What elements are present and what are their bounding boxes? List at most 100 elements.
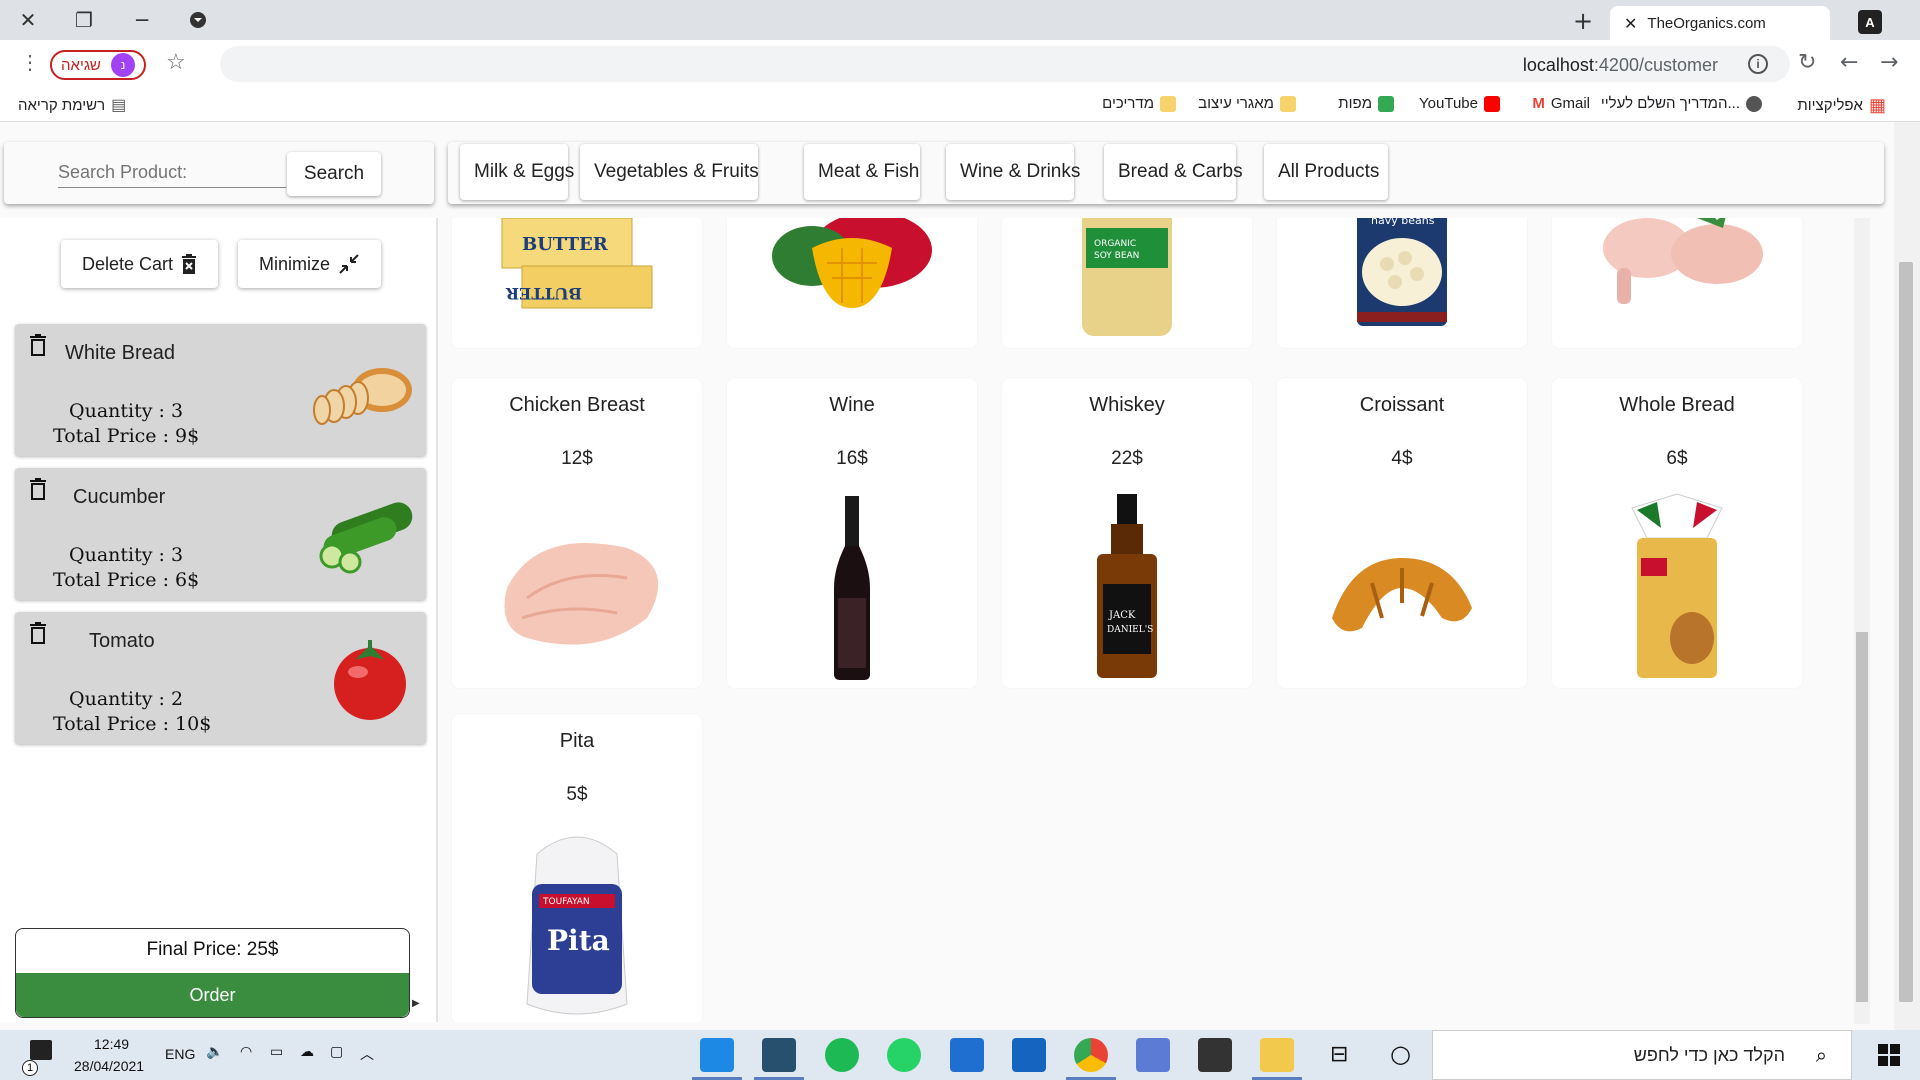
search-input[interactable] bbox=[58, 158, 286, 188]
bookmark-maps[interactable]: מפות bbox=[1338, 95, 1394, 112]
language-indicator[interactable]: ENG bbox=[165, 1046, 195, 1062]
reading-list[interactable]: ▤ רשימת קריאה bbox=[18, 95, 126, 115]
trash-icon[interactable] bbox=[29, 622, 47, 644]
wifi-icon[interactable]: ◠ bbox=[240, 1044, 252, 1060]
category-milk-eggs[interactable]: Milk & Eggs bbox=[460, 144, 574, 200]
app-root: Search Milk & Eggs Vegetables & Fruits M… bbox=[0, 122, 1920, 1030]
youtube-icon bbox=[1484, 95, 1500, 112]
bread-icon bbox=[313, 368, 412, 425]
category-meat-fish[interactable]: Meat & Fish bbox=[804, 144, 920, 200]
page-scrollbar[interactable] bbox=[1894, 122, 1920, 1030]
back-icon[interactable]: ← bbox=[1840, 50, 1858, 75]
product-card[interactable]: Wine 16$ bbox=[727, 378, 977, 688]
forward-icon[interactable]: → bbox=[1880, 50, 1898, 75]
site-info-icon[interactable]: i bbox=[1748, 54, 1768, 74]
product-card[interactable]: Whiskey 22$ JACK DANIEL'S bbox=[1002, 378, 1252, 688]
mail-icon[interactable] bbox=[1012, 1038, 1046, 1072]
whatsapp-icon[interactable] bbox=[887, 1038, 921, 1072]
final-price: Final Price: 25$ bbox=[146, 939, 279, 960]
vscode-icon[interactable] bbox=[700, 1038, 734, 1072]
product-list-scroll-thumb[interactable] bbox=[1856, 632, 1868, 1002]
trash-icon[interactable] bbox=[29, 334, 47, 356]
bookmark-gmail[interactable]: M Gmail bbox=[1532, 95, 1590, 112]
tomato-icon bbox=[334, 640, 406, 720]
product-card[interactable]: BUTTER BUTTER bbox=[452, 218, 702, 348]
calendar-icon[interactable] bbox=[950, 1038, 984, 1072]
bookmark-label: אפליקציות bbox=[1797, 97, 1863, 114]
bookmark-guides[interactable]: מדריכים bbox=[1102, 95, 1176, 112]
final-price-box: Final Price: 25$ Order bbox=[15, 928, 410, 1018]
new-tab-button[interactable]: + bbox=[1568, 6, 1598, 36]
product-list-scrollbar[interactable] bbox=[1854, 218, 1870, 1024]
product-card[interactable]: navy beans bbox=[1277, 218, 1527, 348]
product-card[interactable]: Croissant 4$ bbox=[1277, 378, 1527, 688]
avatar: נ bbox=[110, 53, 135, 77]
onedrive-icon[interactable]: ☁ bbox=[300, 1044, 314, 1060]
delete-cart-label: Delete Cart bbox=[81, 253, 174, 274]
category-all-products[interactable]: All Products bbox=[1264, 144, 1388, 200]
browser-tab[interactable]: ✕ TheOrganics.com A bbox=[1610, 6, 1882, 40]
windows-start-icon[interactable] bbox=[1878, 1044, 1900, 1066]
show-hidden-icons-icon[interactable]: ︿ bbox=[360, 1044, 374, 1064]
product-card[interactable] bbox=[1552, 218, 1802, 348]
svg-text:TOUFAYAN: TOUFAYAN bbox=[542, 897, 590, 907]
category-bread-carbs[interactable]: Bread & Carbs bbox=[1104, 144, 1243, 200]
cart-item-total: Total Price : 9$ bbox=[53, 425, 200, 447]
product-card[interactable]: Pita 5$ TOUFAYAN Pita bbox=[452, 714, 702, 1022]
product-card[interactable] bbox=[727, 218, 977, 348]
battery-icon[interactable]: ▭ bbox=[270, 1044, 283, 1060]
spotify-icon[interactable] bbox=[825, 1038, 859, 1072]
svg-text:ORGANIC: ORGANIC bbox=[1094, 239, 1136, 249]
close-tab-icon[interactable]: ✕ bbox=[1624, 14, 1637, 33]
product-card[interactable]: Chicken Breast 12$ bbox=[452, 378, 702, 688]
mysql-workbench-icon[interactable] bbox=[762, 1038, 796, 1072]
maps-icon bbox=[1378, 95, 1394, 112]
trash-icon[interactable] bbox=[29, 478, 47, 500]
product-card[interactable]: ORGANIC SOY BEAN bbox=[1002, 218, 1252, 348]
profile-error-button[interactable]: שגיאה נ bbox=[50, 50, 146, 80]
delete-cart-button[interactable]: Delete Cart bbox=[61, 240, 218, 288]
page-scroll-thumb[interactable] bbox=[1899, 262, 1913, 1002]
minimize-cart-button[interactable]: Minimize bbox=[238, 240, 381, 288]
bookmark-star-icon[interactable]: ☆ bbox=[166, 50, 186, 75]
cucumber-icon bbox=[319, 502, 413, 574]
browser-menu-icon[interactable]: ⋮ bbox=[20, 50, 40, 75]
category-wine-drinks[interactable]: Wine & Drinks bbox=[946, 144, 1080, 200]
url-host: localhost bbox=[1522, 55, 1594, 75]
category-bar: Milk & Eggs Vegetables & Fruits Meat & F… bbox=[448, 142, 1884, 204]
cortana-icon[interactable]: ○ bbox=[1390, 1040, 1411, 1068]
clock-date[interactable]: 28/04/2021 bbox=[74, 1058, 144, 1074]
bookmark-design[interactable]: מאגרי עיצוב bbox=[1198, 95, 1296, 112]
task-view-icon[interactable]: ⊟ bbox=[1330, 1042, 1348, 1067]
volume-icon[interactable]: 🔈 bbox=[206, 1044, 223, 1060]
product-price: 12$ bbox=[561, 448, 593, 469]
omnibox[interactable]: localhost:4200/customer i bbox=[220, 46, 1790, 82]
notification-icon[interactable] bbox=[30, 1040, 52, 1060]
chicken-breast-icon bbox=[504, 543, 659, 645]
windows-search-box[interactable]: הקלד כאן כדי לחפש ⌕ bbox=[1432, 1030, 1852, 1080]
reading-list-label: רשימת קריאה bbox=[18, 96, 106, 114]
product-card[interactable]: Whole Bread 6$ bbox=[1552, 378, 1802, 688]
file-explorer-icon[interactable] bbox=[1260, 1038, 1294, 1072]
product-name: Wine bbox=[829, 394, 875, 416]
reload-icon[interactable]: ↻ bbox=[1798, 50, 1816, 75]
search-button[interactable]: Search bbox=[287, 152, 381, 196]
store-icon[interactable] bbox=[1198, 1038, 1232, 1072]
meet-now-icon[interactable]: ▢ bbox=[330, 1044, 343, 1060]
tab-search-icon[interactable] bbox=[182, 6, 214, 34]
url-text[interactable]: localhost:4200/customer bbox=[1523, 55, 1718, 76]
close-window-icon[interactable]: ✕ bbox=[12, 6, 44, 34]
restore-window-icon[interactable]: ❐ bbox=[68, 6, 100, 34]
cart-item-total: Total Price : 6$ bbox=[53, 569, 200, 591]
bookmark-apps[interactable]: אפליקציות ▦ bbox=[1797, 95, 1886, 116]
order-button[interactable]: Order bbox=[16, 973, 409, 1017]
bookmark-guide[interactable]: המדריך השלם לעליי... bbox=[1601, 95, 1762, 112]
azure-data-studio-icon[interactable] bbox=[1136, 1038, 1170, 1072]
category-vegetables-fruits[interactable]: Vegetables & Fruits bbox=[580, 144, 759, 200]
bookmark-youtube[interactable]: YouTube bbox=[1419, 95, 1500, 112]
clock-time[interactable]: 12:49 bbox=[94, 1036, 129, 1052]
bookmark-label: המדריך השלם לעליי... bbox=[1600, 95, 1740, 112]
minimize-window-icon[interactable]: ─ bbox=[126, 6, 158, 34]
browser-tab-strip: ✕ ❐ ─ + ✕ TheOrganics.com A bbox=[0, 0, 1920, 40]
chrome-icon[interactable] bbox=[1074, 1038, 1108, 1072]
